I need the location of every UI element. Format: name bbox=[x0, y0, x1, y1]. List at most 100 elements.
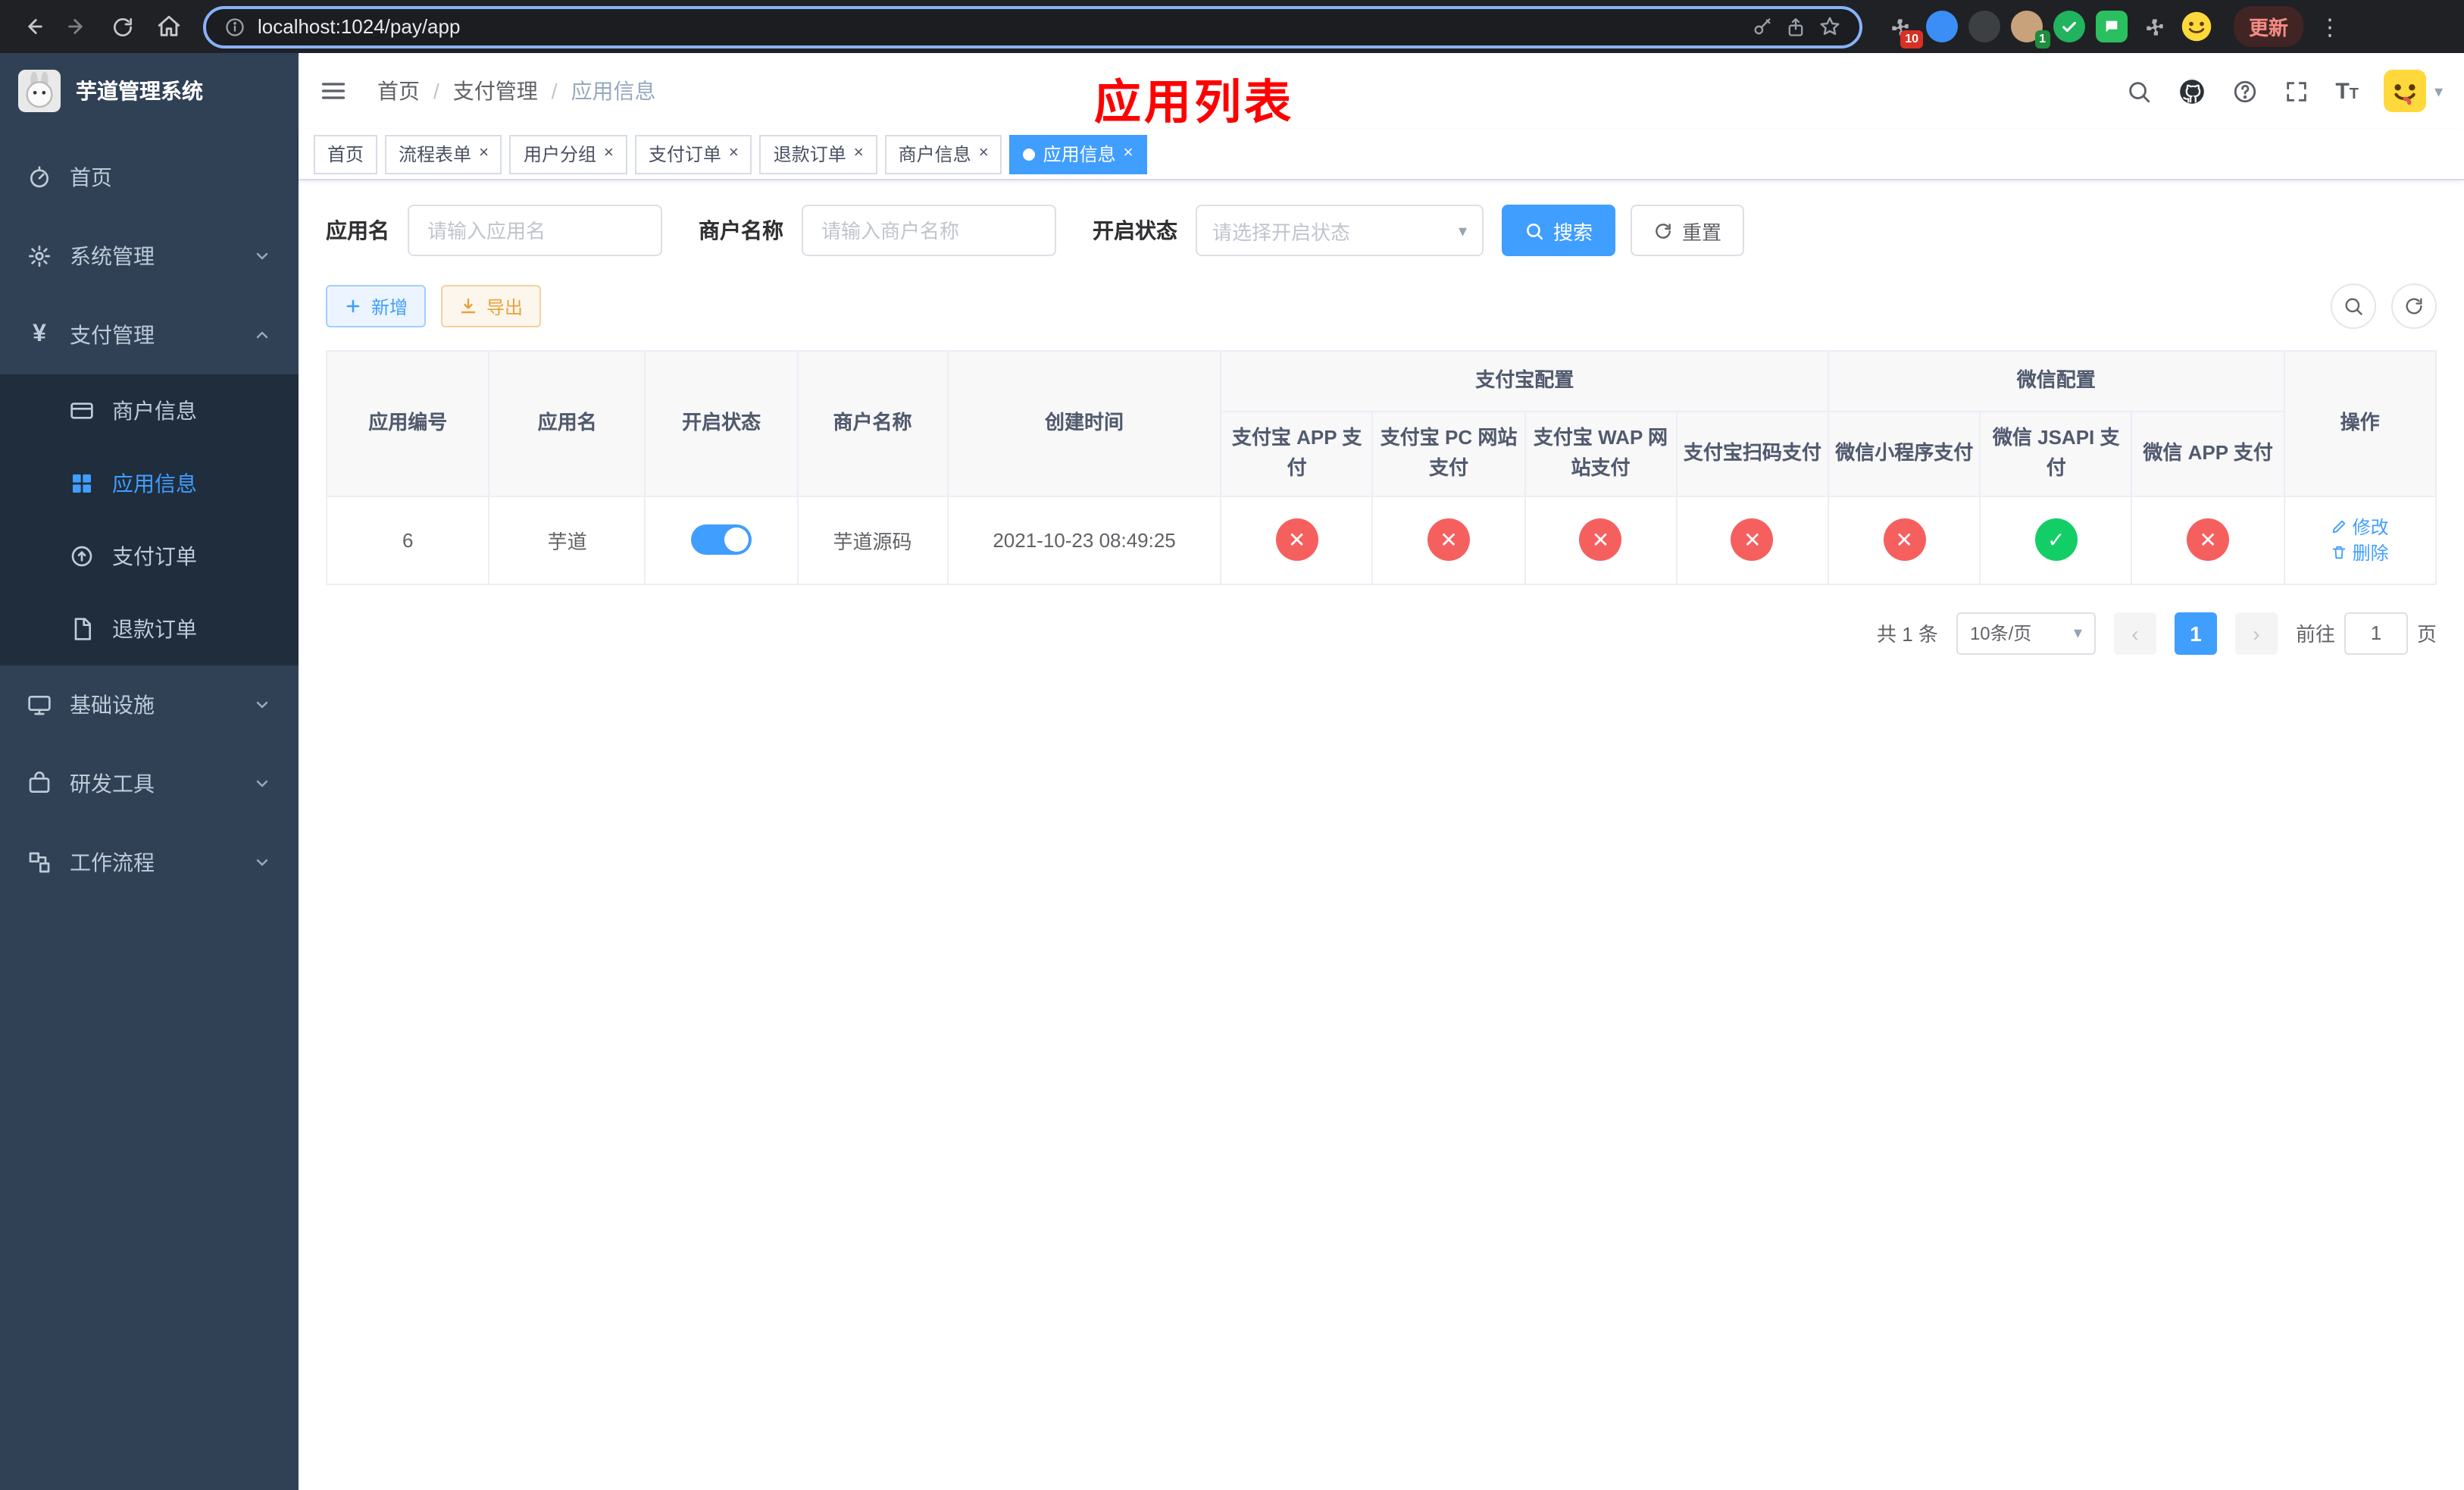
status-toggle[interactable] bbox=[691, 524, 752, 556]
col-group-wechat: 微信配置 bbox=[1828, 350, 2285, 412]
export-button[interactable]: 导出 bbox=[441, 285, 542, 327]
annotation-title: 应用列表 bbox=[1094, 76, 1294, 129]
tab-user-group[interactable]: 用户分组 × bbox=[509, 134, 627, 174]
page-size-select[interactable]: 10条/页 ▾ bbox=[1956, 612, 2096, 655]
download-icon bbox=[461, 298, 476, 314]
chevron-down-icon bbox=[253, 247, 271, 265]
tab-process-form[interactable]: 流程表单 × bbox=[385, 134, 502, 174]
pagination: 共 1 条 10条/页 ▾ ‹ 1 › 前往 页 bbox=[326, 612, 2437, 655]
col-header-merchant: 商户名称 bbox=[796, 350, 949, 497]
col-header-app-name: 应用名 bbox=[488, 350, 646, 497]
forward-icon[interactable] bbox=[58, 7, 97, 46]
refresh-table-button[interactable] bbox=[2391, 283, 2437, 329]
close-icon[interactable]: × bbox=[979, 145, 989, 162]
extension-check-icon[interactable] bbox=[2053, 11, 2085, 42]
merchant-name-input[interactable] bbox=[802, 205, 1056, 256]
url-text[interactable]: localhost:1024/pay/app bbox=[258, 15, 460, 38]
refresh-icon bbox=[1656, 223, 1671, 238]
home-icon[interactable] bbox=[149, 7, 188, 46]
caret-down-icon: ▾ bbox=[2434, 83, 2443, 101]
back-icon[interactable] bbox=[12, 7, 52, 46]
tags-view-bar: 首页 流程表单 × 用户分组 × 支付订单 × 退款订单 × 商户信息 × 应用信息 × bbox=[299, 129, 2464, 180]
close-icon[interactable]: × bbox=[854, 145, 864, 162]
search-form: 应用名 商户名称 开启状态 请选择开启状态 ▾ 搜索 重置 bbox=[326, 205, 2437, 256]
browser-window: localhost:1024/pay/app 10 1 更新 ⋮ 芋道管理系统 bbox=[0, 0, 2464, 1490]
breadcrumb: 首页 / 支付管理 / 应用信息 bbox=[377, 76, 656, 106]
search-icon bbox=[1527, 223, 1543, 239]
breadcrumb-item[interactable]: 支付管理 bbox=[453, 76, 538, 106]
browser-menu-icon[interactable]: ⋮ bbox=[2309, 13, 2350, 40]
tab-home[interactable]: 首页 bbox=[314, 134, 378, 174]
bookmark-star-icon[interactable] bbox=[1818, 15, 1841, 38]
page-content: 应用名 商户名称 开启状态 请选择开启状态 ▾ 搜索 重置 bbox=[299, 180, 2464, 1490]
plus-icon bbox=[346, 299, 360, 313]
tab-refund-order[interactable]: 退款订单 × bbox=[759, 134, 877, 174]
extension-puzzle2-icon[interactable] bbox=[2138, 11, 2170, 42]
sidebar-item-app-info[interactable]: 应用信息 bbox=[0, 447, 299, 520]
goto-page-input[interactable] bbox=[2344, 612, 2408, 655]
fullscreen-icon[interactable] bbox=[2284, 78, 2309, 104]
sidebar-toggle-icon[interactable] bbox=[320, 77, 347, 105]
share-icon[interactable] bbox=[1785, 16, 1806, 37]
yen-icon: ¥ bbox=[33, 321, 46, 347]
refresh-icon bbox=[2406, 298, 2422, 315]
next-page-button[interactable]: › bbox=[2234, 612, 2278, 655]
address-bar[interactable]: localhost:1024/pay/app bbox=[203, 5, 1862, 48]
extension-dark-icon[interactable] bbox=[1968, 11, 2000, 42]
extension-puzzle-icon[interactable]: 10 bbox=[1884, 11, 1923, 49]
app-logo: 芋道管理系统 bbox=[0, 53, 299, 129]
tab-pay-order[interactable]: 支付订单 × bbox=[634, 134, 752, 174]
goto-suffix: 页 bbox=[2416, 623, 2437, 646]
chrome-update-button[interactable]: 更新 bbox=[2234, 6, 2304, 47]
status-select[interactable]: 请选择开启状态 ▾ bbox=[1196, 205, 1484, 256]
sidebar-item-devtools[interactable]: 研发工具 bbox=[0, 744, 299, 823]
sidebar-item-merchant-info[interactable]: 商户信息 bbox=[0, 374, 299, 447]
sidebar-item-workflow[interactable]: 工作流程 bbox=[0, 823, 299, 902]
prev-page-button[interactable]: ‹ bbox=[2113, 612, 2156, 655]
delete-link[interactable]: 删除 bbox=[2331, 540, 2389, 566]
tab-app-info[interactable]: 应用信息 × bbox=[1009, 134, 1147, 174]
payment-submenu: 商户信息 应用信息 支付订单 退款订单 bbox=[0, 374, 299, 665]
page-number-1[interactable]: 1 bbox=[2174, 612, 2217, 655]
sidebar-item-system[interactable]: 系统管理 bbox=[0, 217, 299, 296]
site-info-icon[interactable] bbox=[224, 16, 245, 37]
sidebar-item-refund-order[interactable]: 退款订单 bbox=[0, 593, 299, 665]
add-button[interactable]: 新增 bbox=[326, 285, 427, 327]
col-header-wx-jsapi: 微信 JSAPI 支付 bbox=[1979, 410, 2133, 497]
extension-chat-icon[interactable] bbox=[2096, 11, 2128, 42]
col-header-created: 创建时间 bbox=[946, 350, 1222, 497]
app-name-input[interactable] bbox=[408, 205, 662, 256]
tab-merchant-info[interactable]: 商户信息 × bbox=[884, 134, 1002, 174]
navbar-actions: TT ▾ bbox=[2126, 70, 2443, 112]
edit-link[interactable]: 修改 bbox=[2331, 515, 2389, 540]
alipay-wap-status-icon: ✕ bbox=[1579, 518, 1622, 562]
sidebar-item-pay-order[interactable]: 支付订单 bbox=[0, 520, 299, 593]
sidebar-item-home[interactable]: 首页 bbox=[0, 138, 299, 217]
toggle-search-button[interactable] bbox=[2331, 283, 2376, 329]
help-icon[interactable] bbox=[2232, 78, 2258, 104]
close-icon[interactable]: × bbox=[604, 145, 614, 162]
font-size-icon[interactable]: TT bbox=[2335, 78, 2359, 104]
extension-avatar-icon[interactable]: 1 bbox=[2011, 11, 2050, 49]
close-icon[interactable]: × bbox=[479, 145, 489, 162]
profile-avatar-icon[interactable] bbox=[2181, 11, 2212, 42]
close-icon[interactable]: × bbox=[729, 145, 739, 162]
close-icon[interactable]: × bbox=[1124, 145, 1134, 162]
sidebar-item-infra[interactable]: 基础设施 bbox=[0, 665, 299, 744]
sidebar-item-payment[interactable]: ¥ 支付管理 bbox=[0, 296, 299, 374]
breadcrumb-item[interactable]: 首页 bbox=[377, 76, 420, 106]
reset-button[interactable]: 重置 bbox=[1631, 205, 1745, 256]
extension-blue-icon[interactable] bbox=[1926, 11, 1958, 42]
reload-icon[interactable] bbox=[103, 7, 142, 46]
sidebar-item-label: 应用信息 bbox=[112, 471, 197, 496]
user-avatar[interactable]: ▾ bbox=[2384, 70, 2443, 112]
order-icon bbox=[71, 546, 92, 567]
goto-prefix: 前往 bbox=[2295, 623, 2335, 646]
password-key-icon[interactable] bbox=[1752, 16, 1773, 37]
logo-rabbit-icon bbox=[18, 70, 61, 112]
cell-actions: 修改 删除 bbox=[2283, 495, 2437, 585]
col-header-ops: 操作 bbox=[2283, 350, 2437, 497]
search-button[interactable]: 搜索 bbox=[1502, 205, 1616, 256]
github-icon[interactable] bbox=[2178, 77, 2206, 105]
search-icon[interactable] bbox=[2126, 78, 2152, 104]
